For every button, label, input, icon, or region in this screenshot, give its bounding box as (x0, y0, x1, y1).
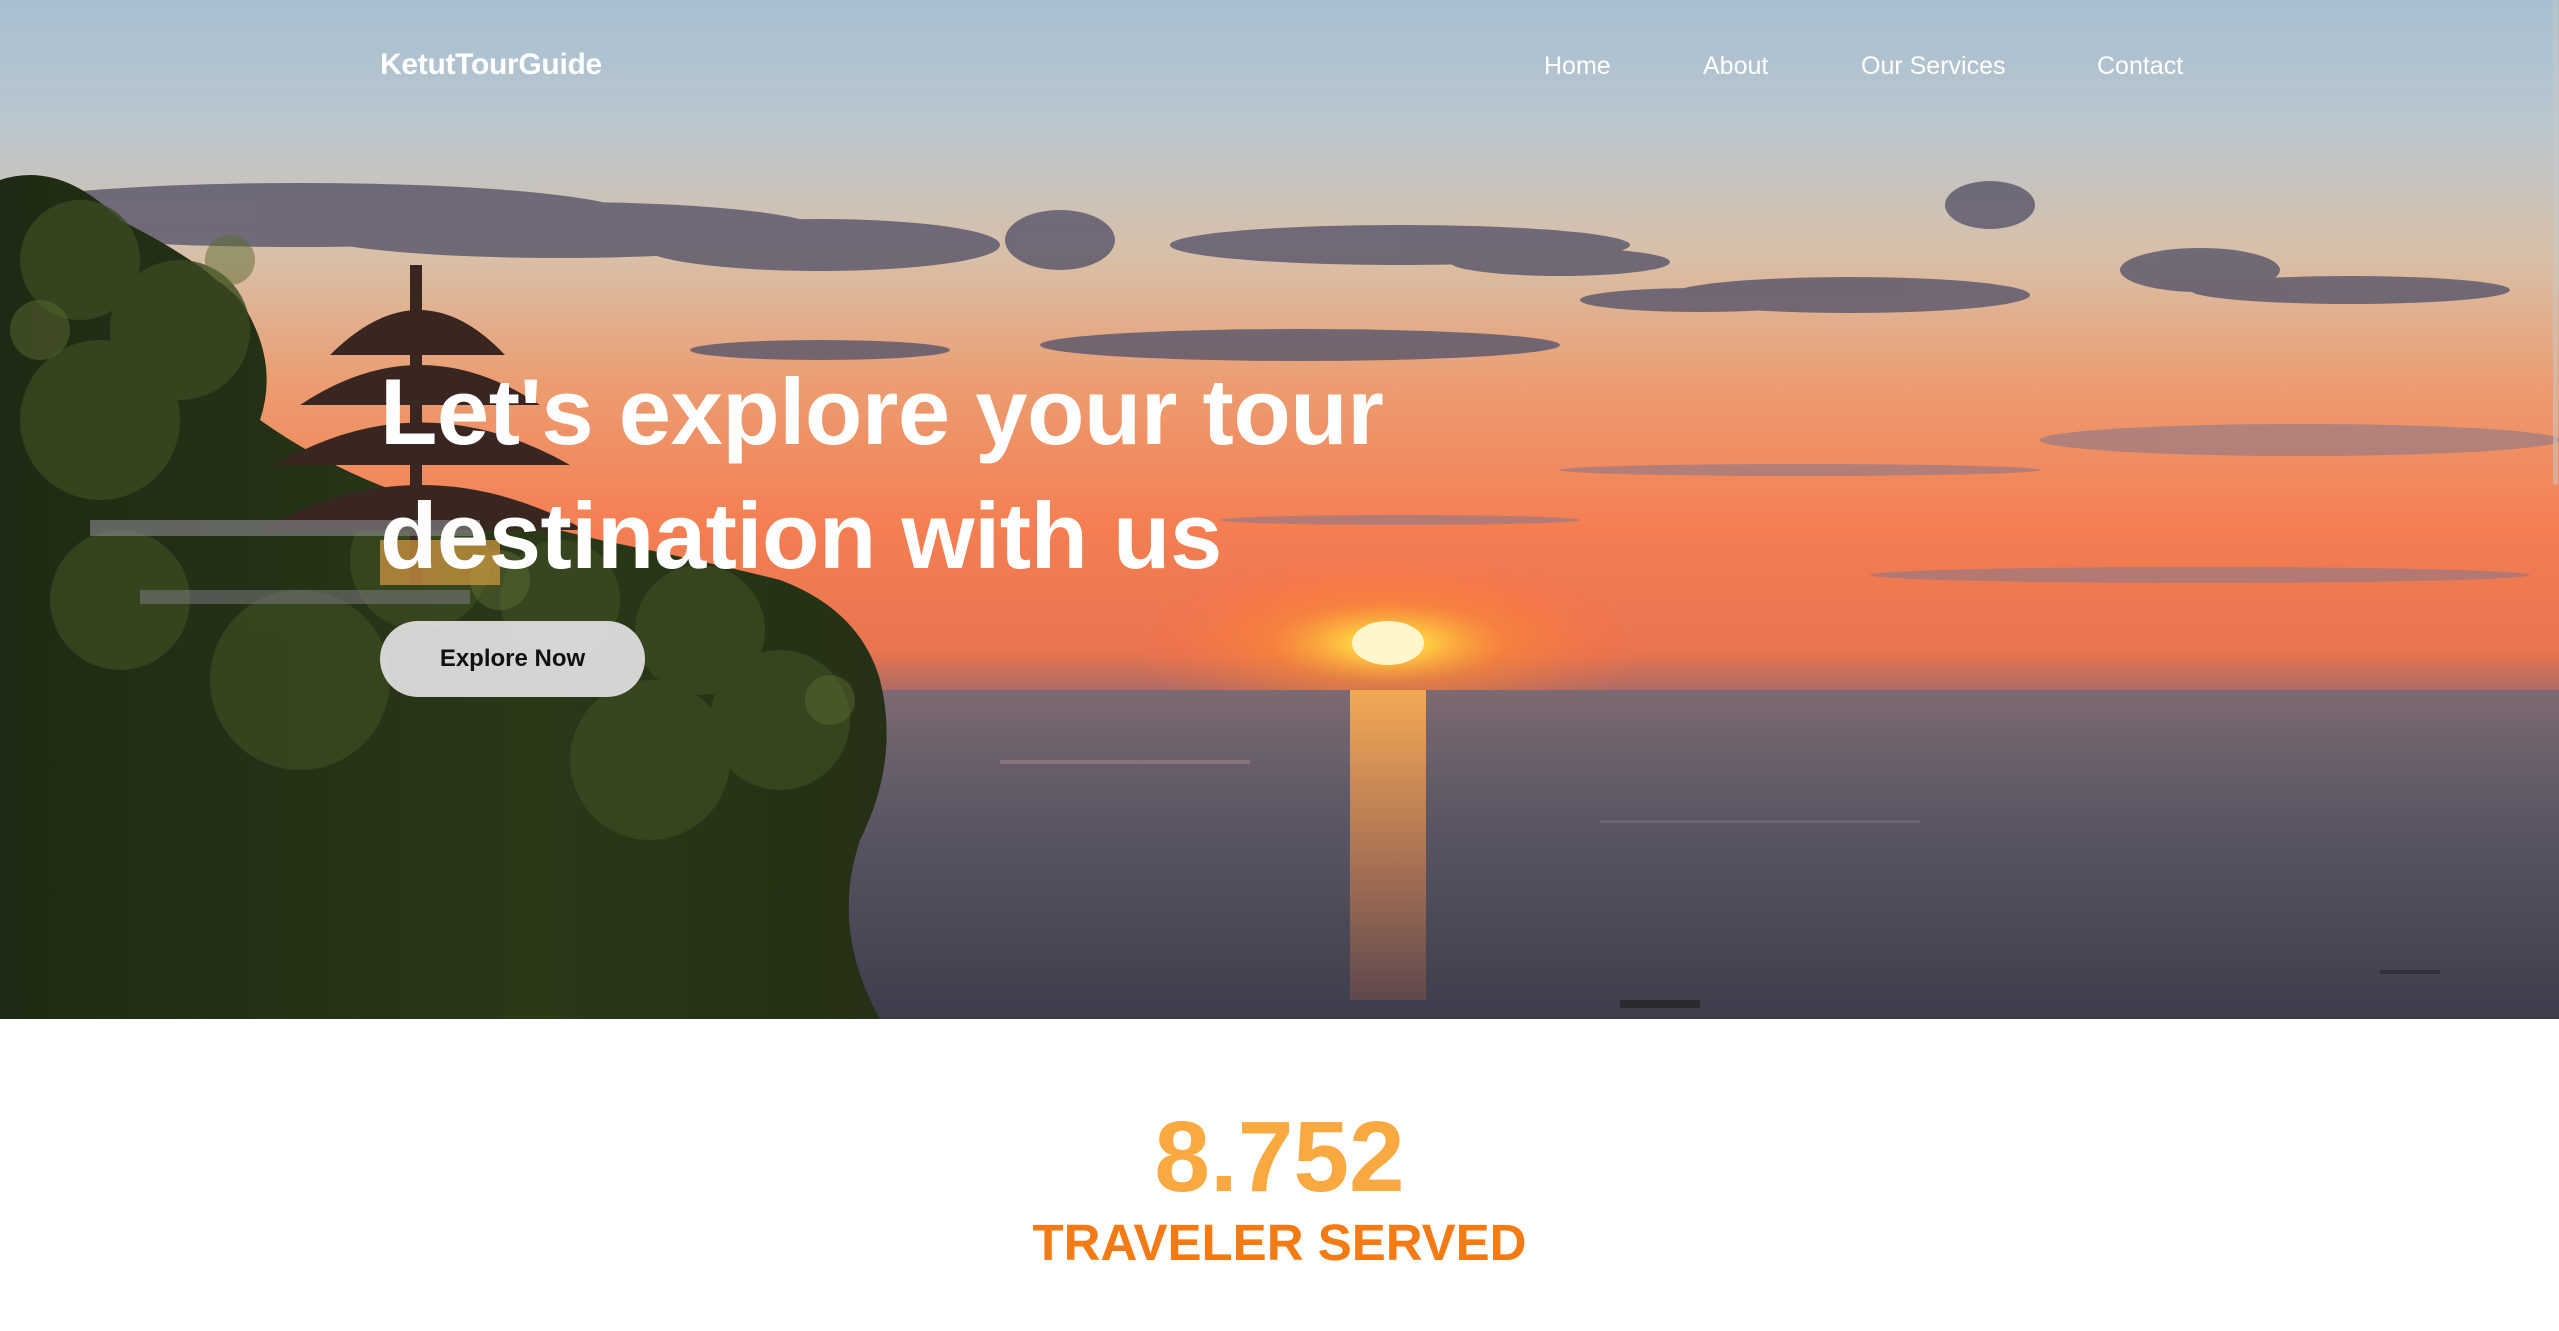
traveler-count: 8.752 (1154, 1101, 1405, 1213)
nav-link-contact[interactable]: Contact (2097, 52, 2183, 81)
nav-links: Home About Our Services Contact (0, 52, 2559, 92)
hero-headline: Let's explore your tour destination with… (380, 359, 1384, 588)
nav-link-home[interactable]: Home (1544, 52, 1611, 81)
navbar: KetutTourGuide Home About Our Services C… (0, 0, 2559, 140)
page-scrollbar[interactable] (2551, 0, 2559, 1019)
hero-section: KetutTourGuide Home About Our Services C… (0, 0, 2559, 1019)
stats-section: 8.752 TRAVELER SERVED (0, 1019, 2559, 1331)
traveler-count-label: TRAVELER SERVED (1032, 1214, 1527, 1271)
scrollbar-thumb[interactable] (2553, 0, 2558, 485)
explore-now-button[interactable]: Explore Now (380, 621, 645, 697)
page: KetutTourGuide Home About Our Services C… (0, 0, 2559, 1331)
nav-link-our-services[interactable]: Our Services (1861, 52, 2005, 81)
nav-link-about[interactable]: About (1703, 52, 1768, 81)
